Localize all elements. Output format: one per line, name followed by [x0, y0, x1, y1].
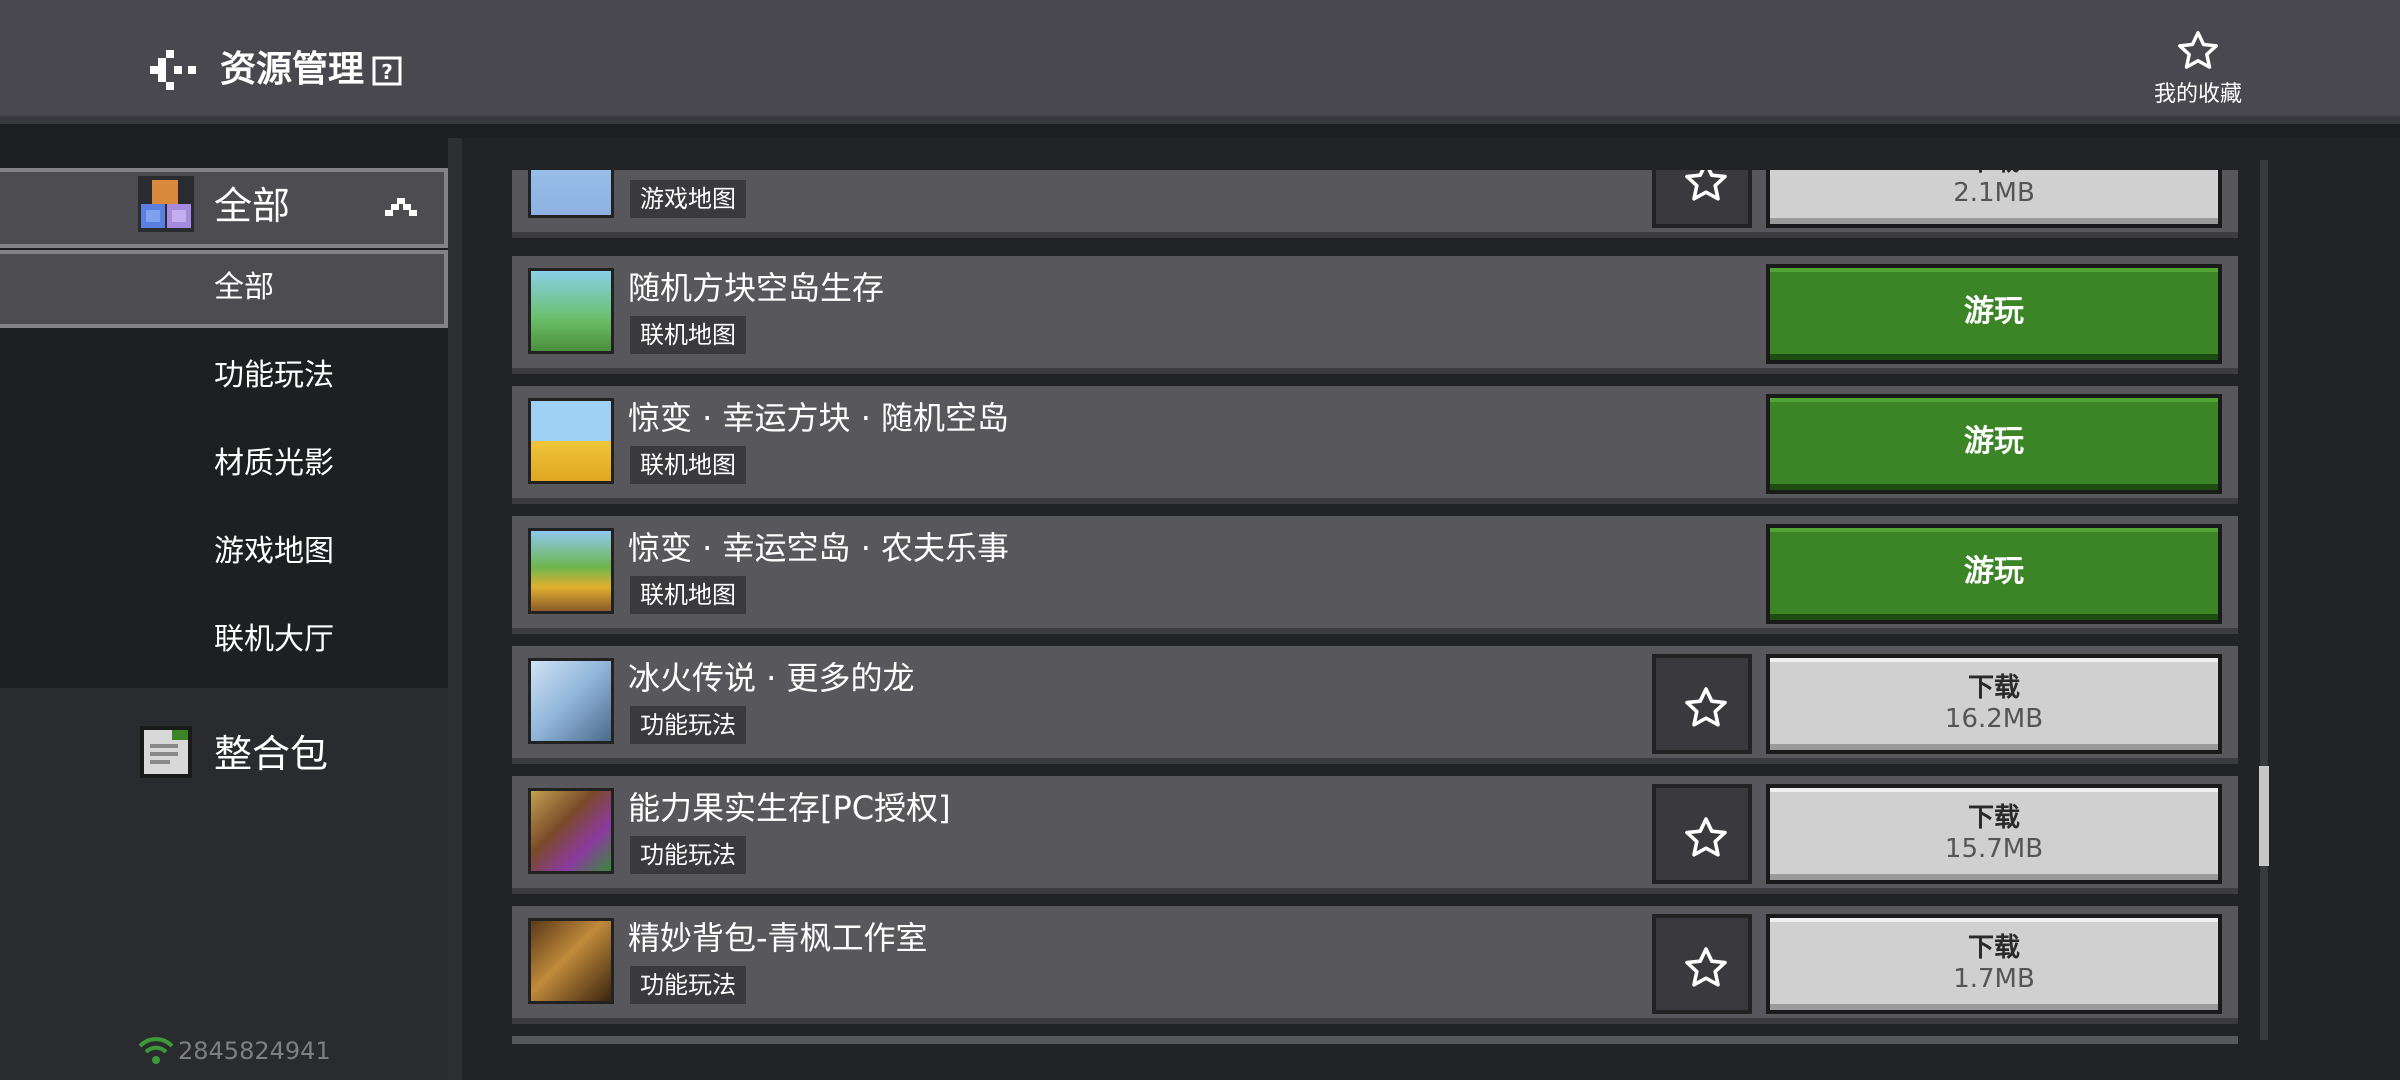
item-tag: 功能玩法 [630, 966, 746, 1004]
play-button[interactable]: 游玩 [1766, 394, 2222, 494]
list-item[interactable]: 游戏地图 下载 2.1MB [512, 170, 2238, 238]
play-button[interactable]: 游玩 [1766, 264, 2222, 364]
play-label: 游玩 [1964, 424, 2024, 459]
star-outline-icon [1685, 687, 1727, 727]
download-button[interactable]: 下载 15.7MB [1766, 784, 2222, 884]
item-tag: 联机地图 [630, 576, 746, 614]
list-item[interactable]: 惊变 · 幸运空岛 · 农夫乐事 联机地图 游玩 [512, 516, 2238, 634]
file-size: 2.1MB [1953, 178, 2035, 208]
item-tag: 联机地图 [630, 446, 746, 484]
scrollbar-track[interactable] [2260, 160, 2268, 1040]
download-label: 下载 [1967, 803, 2020, 833]
map-thumbnail [528, 268, 614, 354]
download-label: 下载 [1770, 170, 2218, 178]
star-outline-icon [2178, 31, 2218, 69]
list-item[interactable]: 冰火传说 · 更多的龙 功能玩法 下载 16.2MB [512, 646, 2238, 764]
account-id: 2845824941 [178, 1037, 331, 1065]
star-outline-icon [1685, 947, 1727, 987]
scrollbar-thumb[interactable] [2259, 766, 2269, 866]
mod-thumbnail [528, 788, 614, 874]
my-favorites-label: 我的收藏 [2153, 82, 2242, 107]
mod-thumbnail [528, 918, 614, 1004]
mod-thumbnail [528, 658, 614, 744]
play-label: 游玩 [1964, 294, 2024, 329]
favorite-button[interactable] [1652, 170, 1752, 228]
play-label: 游玩 [1964, 554, 2024, 589]
favorite-button[interactable] [1652, 914, 1752, 1014]
download-button[interactable]: 下载 2.1MB [1766, 170, 2222, 228]
my-favorites-button[interactable]: 我的收藏 [2140, 28, 2256, 112]
download-button[interactable]: 下载 1.7MB [1766, 914, 2222, 1014]
item-tag: 功能玩法 [630, 836, 746, 874]
back-button[interactable] [144, 44, 200, 96]
item-title: 能力果实生存[PC授权] [628, 789, 951, 827]
download-label: 下载 [1967, 933, 2020, 963]
file-size: 16.2MB [1944, 704, 2044, 734]
item-tag: 联机地图 [630, 316, 746, 354]
sidebar-item-textures-label: 材质光影 [214, 446, 334, 481]
file-size: 1.7MB [1953, 964, 2035, 994]
download-label: 下载 [1967, 673, 2020, 703]
item-title: 精妙背包-青枫工作室 [628, 919, 928, 957]
back-arrow-icon [150, 50, 196, 90]
panel-shadow [448, 138, 462, 1080]
item-tag: 功能玩法 [630, 706, 746, 744]
list-item[interactable]: 精妙背包-青枫工作室 功能玩法 下载 1.7MB [512, 906, 2238, 1024]
collapse-chevron-icon[interactable] [384, 196, 418, 218]
sidebar-item-maps-label: 游戏地图 [214, 534, 334, 569]
list-item[interactable]: 随机方块空岛生存 联机地图 游玩 [512, 256, 2238, 374]
category-all-label: 全部 [214, 184, 291, 228]
wifi-icon [138, 1036, 174, 1066]
sidebar-item-gameplay-label: 功能玩法 [214, 358, 334, 393]
item-title: 惊变 · 幸运方块 · 随机空岛 [628, 399, 1010, 437]
list-item[interactable]: 惊变 · 幸运方块 · 随机空岛 联机地图 游玩 [512, 386, 2238, 504]
modpack-icon [138, 724, 194, 780]
svg-text:?: ? [381, 60, 393, 84]
item-title: 随机方块空岛生存 [628, 269, 885, 307]
top-bar: 资源管理 ? 我的收藏 [0, 0, 2400, 124]
map-thumbnail [528, 170, 614, 218]
favorite-button[interactable] [1652, 784, 1752, 884]
item-title: 冰火传说 · 更多的龙 [628, 659, 915, 697]
sidebar-item-multiplayer-label: 联机大厅 [214, 622, 334, 657]
next-item-edge [512, 1036, 2238, 1044]
download-button[interactable]: 下载 16.2MB [1766, 654, 2222, 754]
map-thumbnail [528, 528, 614, 614]
map-thumbnail [528, 398, 614, 484]
blocks-icon [138, 176, 194, 232]
sidebar-item-all-label: 全部 [214, 270, 274, 305]
file-size: 15.7MB [1944, 834, 2044, 864]
list-item[interactable]: 能力果实生存[PC授权] 功能玩法 下载 15.7MB [512, 776, 2238, 894]
item-title: 惊变 · 幸运空岛 · 农夫乐事 [628, 529, 1010, 567]
help-icon[interactable]: ? [372, 56, 402, 86]
page-title: 资源管理 [220, 49, 365, 90]
play-button[interactable]: 游玩 [1766, 524, 2222, 624]
star-outline-icon [1685, 817, 1727, 857]
favorite-button[interactable] [1652, 654, 1752, 754]
resource-list[interactable]: 游戏地图 下载 2.1MB 随机方块空岛生存 联机地图 游玩 惊变 · 幸运方块… [512, 170, 2238, 1040]
item-tag: 游戏地图 [630, 180, 746, 218]
sidebar-item-modpacks[interactable]: 整合包 [214, 726, 328, 782]
star-outline-icon [1685, 170, 1727, 201]
